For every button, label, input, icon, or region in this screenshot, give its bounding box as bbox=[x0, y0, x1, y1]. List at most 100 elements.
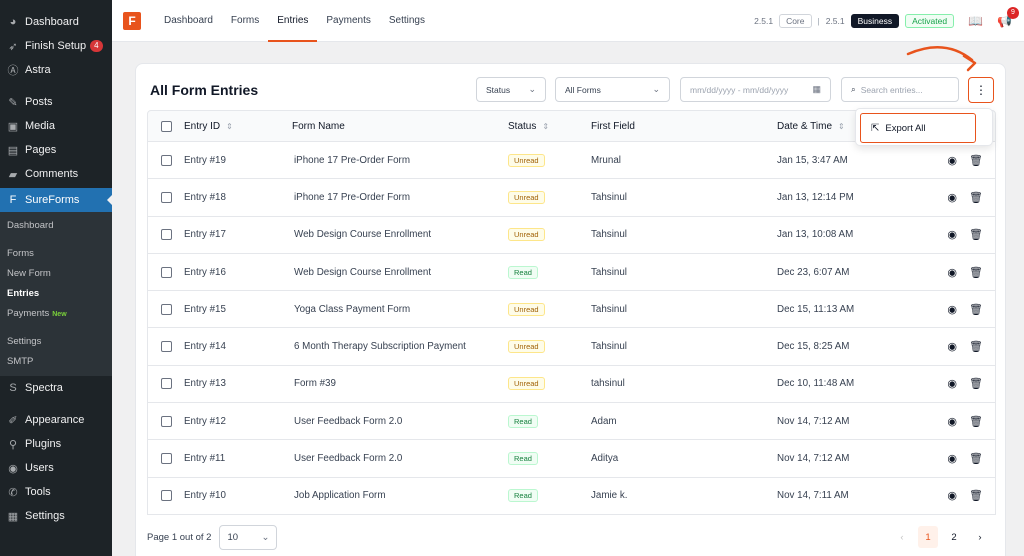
pages-icon: ▤ bbox=[7, 144, 19, 157]
header-status[interactable]: Status ⇕ bbox=[508, 121, 591, 132]
sidebar-item-finish-setup[interactable]: ➶ Finish Setup 4 bbox=[0, 34, 112, 58]
sidebar-item-dashboard[interactable]: ◕ Dashboard bbox=[0, 10, 112, 34]
date-time-cell: Jan 13, 10:08 AM bbox=[777, 229, 854, 241]
status-cell: Unread bbox=[508, 190, 591, 204]
trash-icon[interactable]: 🗑 bbox=[969, 377, 983, 390]
sidebar-item-spectra[interactable]: S Spectra bbox=[0, 376, 112, 400]
tab-forms[interactable]: Forms bbox=[222, 0, 268, 42]
date-time-cell: Jan 15, 3:47 AM bbox=[777, 154, 848, 166]
notification-count-badge: 9 bbox=[1007, 6, 1019, 19]
sort-icon: ⇕ bbox=[838, 121, 845, 131]
trash-icon[interactable]: 🗑 bbox=[969, 154, 983, 167]
tab-entries[interactable]: Entries bbox=[268, 0, 318, 42]
select-all-checkbox[interactable] bbox=[160, 120, 172, 132]
sureforms-logo[interactable]: F bbox=[123, 11, 141, 30]
previous-page-icon[interactable]: ‹ bbox=[892, 526, 912, 548]
row-checkbox[interactable] bbox=[160, 341, 172, 353]
date-time-cell: Dec 23, 6:07 AM bbox=[777, 266, 850, 278]
tab-payments[interactable]: Payments bbox=[317, 0, 379, 42]
submenu-item-new-form[interactable]: New Form bbox=[0, 264, 112, 284]
trash-icon[interactable]: 🗑 bbox=[969, 452, 983, 465]
sidebar-item-appearance[interactable]: ✐ Appearance bbox=[0, 408, 112, 432]
row-checkbox[interactable] bbox=[160, 378, 172, 390]
page-1-button[interactable]: 1 bbox=[918, 526, 938, 548]
eye-icon[interactable]: ◉ bbox=[947, 266, 957, 279]
trash-icon[interactable]: 🗑 bbox=[969, 340, 983, 353]
eye-icon[interactable]: ◉ bbox=[947, 154, 957, 167]
table-row[interactable]: Entry #15 Yoga Class Payment Form Unread Ta… bbox=[147, 291, 996, 329]
eye-icon[interactable]: ◉ bbox=[947, 452, 957, 465]
trash-icon[interactable]: 🗑 bbox=[969, 228, 983, 241]
sidebar-item-pages[interactable]: ▤ Pages bbox=[0, 138, 112, 162]
book-icon[interactable]: 📖 bbox=[968, 14, 983, 28]
megaphone-icon[interactable]: 📢 9 bbox=[997, 6, 1019, 28]
status-cell: Read bbox=[508, 489, 591, 503]
per-page-select[interactable]: 10 ⌄ bbox=[219, 524, 278, 550]
page-info: Page 1 out of 2 bbox=[147, 531, 212, 543]
form-name-cell: Yoga Class Payment Form bbox=[294, 303, 411, 315]
page-2-button[interactable]: 2 bbox=[944, 526, 964, 548]
table-row[interactable]: Entry #13 Form #39 Unread tahsinul Dec 10, 1… bbox=[147, 365, 996, 404]
eye-icon[interactable]: ◉ bbox=[947, 489, 957, 502]
tab-settings[interactable]: Settings bbox=[380, 0, 434, 42]
row-checkbox[interactable] bbox=[160, 415, 172, 427]
trash-icon[interactable]: 🗑 bbox=[969, 415, 983, 428]
first-field-cell: Adam bbox=[591, 415, 617, 427]
eye-icon[interactable]: ◉ bbox=[947, 191, 957, 204]
header-entry-id[interactable]: Entry ID ⇕ bbox=[184, 121, 292, 132]
row-checkbox[interactable] bbox=[160, 229, 172, 241]
eye-icon[interactable]: ◉ bbox=[947, 377, 957, 390]
sidebar-item-plugins[interactable]: ⚲ Plugins bbox=[0, 432, 112, 456]
row-checkbox[interactable] bbox=[160, 490, 172, 502]
table-row[interactable]: Entry #14 6 Month Therapy Subscription Pa… bbox=[147, 328, 996, 366]
trash-icon[interactable]: 🗑 bbox=[969, 266, 983, 279]
table-row[interactable]: Entry #11 User Feedback Form 2.0 Read Adity… bbox=[147, 440, 996, 478]
date-range-input[interactable]: mm/dd/yyyy - mm/dd/yyyy ▦ bbox=[680, 77, 831, 102]
trash-icon[interactable]: 🗑 bbox=[969, 489, 983, 502]
table-row[interactable]: Entry #19 iPhone 17 Pre-Order Form Unread M… bbox=[147, 142, 996, 180]
eye-icon[interactable]: ◉ bbox=[947, 303, 957, 316]
new-badge: New bbox=[52, 311, 67, 318]
submenu-item-forms[interactable]: Forms bbox=[0, 244, 112, 264]
submenu-item-dashboard[interactable]: Dashboard bbox=[0, 216, 112, 236]
submenu-item-entries[interactable]: Entries bbox=[0, 284, 112, 304]
sidebar-item-comments[interactable]: ▰ Comments bbox=[0, 162, 112, 186]
status-badge: Unread bbox=[508, 377, 545, 391]
table-row[interactable]: Entry #12 User Feedback Form 2.0 Read Adam N… bbox=[147, 403, 996, 441]
eye-icon[interactable]: ◉ bbox=[947, 415, 957, 428]
sidebar-item-sureforms[interactable]: F SureForms bbox=[0, 188, 112, 212]
row-checkbox[interactable] bbox=[160, 154, 172, 166]
sidebar-item-tools[interactable]: ✆ Tools bbox=[0, 480, 112, 504]
row-checkbox[interactable] bbox=[160, 191, 172, 203]
date-time-cell: Nov 14, 7:12 AM bbox=[777, 415, 850, 427]
row-checkbox[interactable] bbox=[160, 266, 172, 278]
sidebar-item-label: Pages bbox=[25, 144, 57, 156]
eye-icon[interactable]: ◉ bbox=[947, 228, 957, 241]
submenu-item-smtp[interactable]: SMTP bbox=[0, 352, 112, 372]
trash-icon[interactable]: 🗑 bbox=[969, 303, 983, 316]
submenu-item-settings[interactable]: Settings bbox=[0, 332, 112, 352]
row-checkbox[interactable] bbox=[160, 303, 172, 315]
sidebar-item-settings[interactable]: ▦ Settings bbox=[0, 504, 112, 528]
sidebar-item-media[interactable]: ▣ Media bbox=[0, 114, 112, 138]
form-name-cell: 6 Month Therapy Subscription Payment bbox=[294, 341, 466, 353]
submenu-item-payments[interactable]: Payments New bbox=[0, 304, 112, 324]
table-row[interactable]: Entry #18 iPhone 17 Pre-Order Form Unread T… bbox=[147, 179, 996, 217]
tab-dashboard[interactable]: Dashboard bbox=[155, 0, 222, 42]
status-filter-select[interactable]: Status ⌄ bbox=[476, 77, 546, 102]
forms-filter-select[interactable]: All Forms ⌄ bbox=[555, 77, 670, 102]
eye-icon[interactable]: ◉ bbox=[947, 340, 957, 353]
form-name-cell: iPhone 17 Pre-Order Form bbox=[294, 154, 410, 166]
table-row[interactable]: Entry #16 Web Design Course Enrollment Rea… bbox=[147, 253, 996, 292]
sidebar-item-users[interactable]: ◉ Users bbox=[0, 456, 112, 480]
trash-icon[interactable]: 🗑 bbox=[969, 191, 983, 204]
sidebar-item-astra[interactable]: Ⓐ Astra bbox=[0, 58, 112, 82]
business-badge: Business bbox=[850, 13, 900, 28]
table-row[interactable]: Entry #10 Job Application Form Read Jamie k… bbox=[147, 477, 996, 515]
sidebar-item-posts[interactable]: ✎ Posts bbox=[0, 90, 112, 114]
next-page-icon[interactable]: › bbox=[970, 526, 990, 548]
export-all-menu-item[interactable]: ⇱ Export All bbox=[860, 113, 976, 143]
row-checkbox[interactable] bbox=[160, 453, 172, 465]
row-checkbox-cell bbox=[148, 154, 184, 166]
table-row[interactable]: Entry #17 Web Design Course Enrollment Unr… bbox=[147, 216, 996, 254]
